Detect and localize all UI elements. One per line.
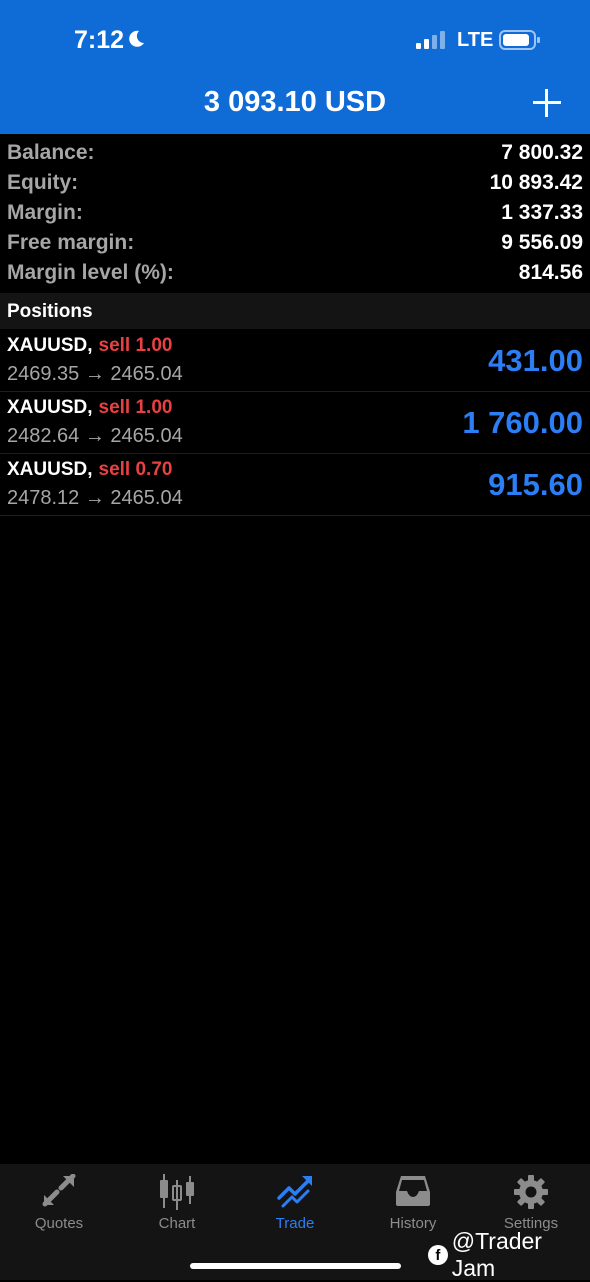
plus-icon[interactable]	[532, 88, 562, 123]
position-prices: 2469.35 → 2465.04	[7, 363, 183, 385]
position-prices: 2478.12 → 2465.04	[7, 487, 183, 509]
facebook-icon: f	[428, 1245, 448, 1265]
status-time: 7:12	[74, 26, 125, 54]
positions-title: Positions	[7, 301, 93, 322]
position-side: sell 0.70	[98, 459, 173, 480]
position-symbol-line: XAUUSD, sell 1.00	[7, 397, 172, 419]
summary-value: 7 800.32	[501, 141, 583, 164]
watermark: f @Trader Jam	[428, 1228, 590, 1282]
position-profit: 915.60	[488, 467, 583, 502]
position-row[interactable]: XAUUSD, sell 0.70 2478.12 → 2465.04 915.6…	[0, 454, 590, 516]
moon-icon	[126, 29, 146, 54]
gear-icon	[472, 1174, 590, 1215]
position-row[interactable]: XAUUSD, sell 1.00 2482.64 → 2465.04 1 760…	[0, 392, 590, 454]
tab-trade[interactable]: Trade	[236, 1164, 354, 1244]
position-profit: 431.00	[488, 343, 583, 378]
summary-label: Free margin:	[7, 231, 135, 254]
position-row[interactable]: XAUUSD, sell 1.00 2469.35 → 2465.04 431.0…	[0, 330, 590, 392]
position-prices: 2482.64 → 2465.04	[7, 425, 183, 447]
tab-label: Chart	[158, 1215, 196, 1232]
summary-value: 1 337.33	[501, 201, 583, 224]
trade-trend-icon	[236, 1174, 354, 1215]
position-profit: 1 760.00	[462, 405, 583, 440]
summary-row-balance: Balance: 7 800.32	[0, 138, 590, 168]
app-header: 7:12 LTE 3 093.10 USD	[0, 0, 590, 134]
tab-label: Quotes	[34, 1215, 84, 1232]
position-symbol-line: XAUUSD, sell 0.70	[7, 459, 172, 481]
watermark-text: @Trader Jam	[451, 1228, 542, 1281]
tab-label: Trade	[275, 1215, 315, 1232]
tab-chart[interactable]: Chart	[118, 1164, 236, 1244]
quotes-icon	[0, 1173, 118, 1213]
position-symbol: XAUUSD,	[7, 459, 93, 480]
position-symbol: XAUUSD,	[7, 397, 93, 418]
network-type: LTE	[457, 29, 494, 51]
account-balance-title: 3 093.10 USD	[203, 86, 387, 118]
tab-quotes[interactable]: Quotes	[0, 1164, 118, 1244]
summary-row-free-margin: Free margin: 9 556.09	[0, 228, 590, 258]
summary-label: Margin:	[7, 201, 83, 224]
position-side: sell 1.00	[98, 335, 173, 356]
positions-section-header: Positions	[0, 293, 590, 329]
cellular-signal-icon	[416, 31, 447, 54]
position-symbol-line: XAUUSD, sell 1.00	[7, 335, 172, 357]
summary-label: Equity:	[7, 171, 79, 194]
summary-label: Margin level (%):	[7, 261, 174, 284]
inbox-history-icon	[354, 1174, 472, 1213]
candlestick-chart-icon	[118, 1174, 236, 1215]
positions-list: XAUUSD, sell 1.00 2469.35 → 2465.04 431.0…	[0, 330, 590, 516]
account-summary: Balance: 7 800.32 Equity: 10 893.42 Marg…	[0, 138, 590, 288]
summary-row-margin-level: Margin level (%): 814.56	[0, 258, 590, 288]
summary-value: 10 893.42	[489, 171, 583, 194]
position-side: sell 1.00	[98, 397, 173, 418]
position-symbol: XAUUSD,	[7, 335, 93, 356]
summary-value: 9 556.09	[501, 231, 583, 254]
summary-value: 814.56	[518, 261, 583, 284]
home-indicator[interactable]	[190, 1263, 401, 1269]
battery-icon	[499, 29, 541, 56]
summary-row-margin: Margin: 1 337.33	[0, 198, 590, 228]
summary-row-equity: Equity: 10 893.42	[0, 168, 590, 198]
summary-label: Balance:	[7, 141, 95, 164]
